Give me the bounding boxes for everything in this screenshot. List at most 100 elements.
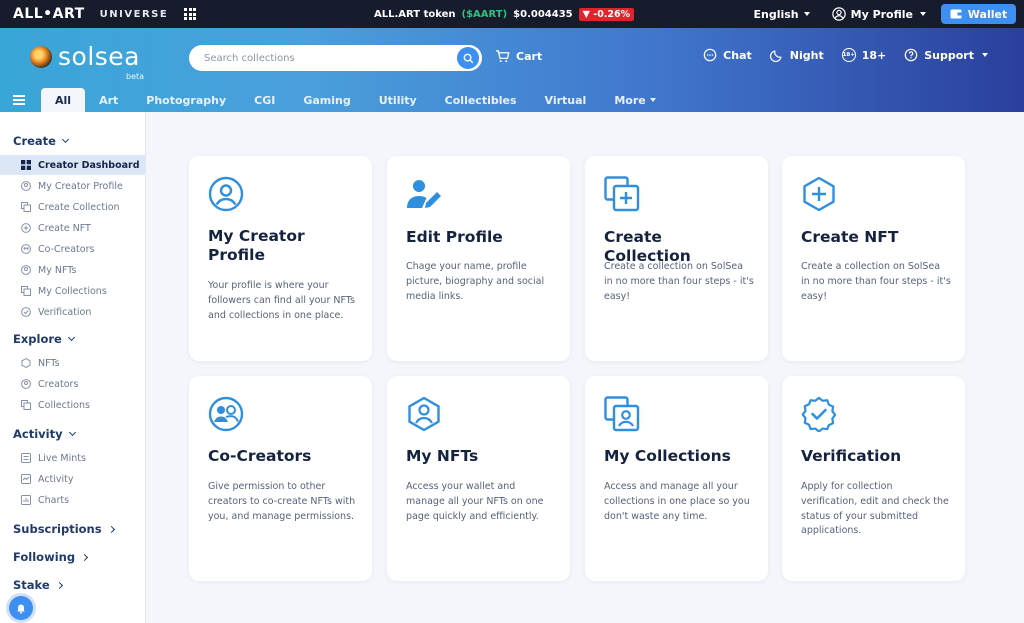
sidebar-item-my-collections[interactable]: My Collections	[0, 281, 145, 301]
language-selector[interactable]: English	[753, 8, 810, 21]
notifications-button[interactable]	[9, 596, 33, 620]
tab-cgi[interactable]: CGI	[240, 88, 289, 112]
my-profile-menu[interactable]: My Profile	[831, 7, 926, 21]
section-label: Create	[13, 134, 56, 148]
card-description: Create a collection on SolSea in no more…	[801, 261, 951, 302]
card-title: Create NFT	[801, 228, 899, 246]
adult-badge-icon: 18+	[841, 48, 856, 62]
sidebar-item-verification[interactable]: Verification	[0, 302, 145, 322]
sidebar-item-create-nft[interactable]: Create NFT	[0, 218, 145, 238]
sidebar-item-creators[interactable]: Creators	[0, 374, 145, 394]
support-label: Support	[924, 48, 974, 62]
card-create-nft[interactable]: Create NFT Create a collection on SolSea…	[782, 156, 965, 361]
user-circle-icon	[21, 379, 31, 389]
solsea-wordmark: solsea	[58, 42, 140, 71]
card-title: Edit Profile	[406, 228, 503, 246]
card-edit-profile[interactable]: Edit Profile Chage your name, profile pi…	[387, 156, 570, 361]
adult-content-toggle[interactable]: 18+ 18+	[841, 48, 887, 62]
sidebar-section-activity[interactable]: Activity	[13, 427, 76, 441]
card-description: Create a collection on SolSea in no more…	[604, 261, 754, 302]
card-title: My Collections	[604, 447, 731, 465]
cart-link[interactable]: Cart	[495, 50, 542, 63]
user-circle-icon	[21, 181, 31, 191]
section-label: Explore	[13, 332, 62, 346]
caret-down-icon	[803, 12, 810, 16]
card-verification[interactable]: Verification Apply for collection verifi…	[782, 376, 965, 581]
card-co-creators[interactable]: Co-Creators Give permission to other cre…	[189, 376, 372, 581]
hamburger-menu-icon[interactable]	[13, 95, 25, 105]
beta-label: beta	[126, 72, 145, 81]
sidebar-item-label: Co-Creators	[38, 243, 95, 255]
sidebar-item-collections[interactable]: Collections	[0, 395, 145, 415]
hexagon-icon	[21, 358, 31, 368]
card-description: Access your wallet and manage all your N…	[406, 481, 544, 522]
card-title: My NFTs	[406, 447, 479, 465]
tab-art[interactable]: Art	[85, 88, 132, 112]
hexagon-user-icon	[408, 396, 440, 432]
tab-gaming[interactable]: Gaming	[289, 88, 364, 112]
profile-label: My Profile	[850, 7, 913, 21]
adult-label: 18+	[861, 48, 887, 62]
search-input[interactable]	[204, 52, 444, 64]
sidebar: Create Creator Dashboard My Creator Prof…	[0, 112, 146, 623]
token-price: $0.004435	[513, 8, 573, 20]
sidebar-section-explore[interactable]: Explore	[13, 332, 75, 346]
sidebar-item-creator-dashboard[interactable]: Creator Dashboard	[0, 155, 145, 175]
cart-label: Cart	[516, 50, 543, 63]
night-mode-toggle[interactable]: Night	[769, 48, 824, 62]
card-create-collection[interactable]: Create Collection Create a collection on…	[585, 156, 768, 361]
wallet-button[interactable]: Wallet	[941, 4, 1016, 24]
chart-icon	[21, 495, 31, 505]
tab-utility[interactable]: Utility	[365, 88, 431, 112]
tab-collectibles[interactable]: Collectibles	[431, 88, 531, 112]
card-description: Chage your name, profile picture, biogra…	[406, 261, 545, 302]
sidebar-item-label: Create NFT	[38, 222, 91, 234]
sidebar-item-live-mints[interactable]: Live Mints	[0, 448, 145, 468]
solsea-logo[interactable]: solsea beta	[30, 42, 144, 81]
universe-label[interactable]: UNIVERSE	[100, 9, 169, 20]
tab-virtual[interactable]: Virtual	[531, 88, 601, 112]
collection-add-icon	[21, 202, 31, 212]
caret-down-icon	[649, 98, 656, 102]
sidebar-section-subscriptions[interactable]: Subscriptions	[13, 522, 115, 536]
search-button[interactable]	[457, 47, 479, 69]
night-label: Night	[789, 48, 824, 62]
sidebar-item-nfts[interactable]: NFTs	[0, 353, 145, 373]
apps-grid-icon[interactable]	[184, 8, 197, 20]
tab-more[interactable]: More	[600, 88, 669, 112]
token-label: ALL.ART token	[374, 8, 456, 20]
chevron-down-icon	[61, 135, 70, 144]
sidebar-section-following[interactable]: Following	[13, 550, 89, 564]
wallet-label: Wallet	[967, 7, 1008, 21]
tab-photography[interactable]: Photography	[132, 88, 240, 112]
sidebar-item-my-creator-profile[interactable]: My Creator Profile	[0, 176, 145, 196]
card-title: My Creator Profile	[208, 227, 305, 264]
card-my-creator-profile[interactable]: My Creator Profile Your profile is where…	[189, 156, 372, 361]
allart-logo[interactable]: ALL•ART	[13, 6, 85, 22]
collection-add-icon	[604, 176, 640, 212]
chat-icon	[703, 48, 717, 62]
collection-icon	[21, 400, 31, 410]
category-nav: All Art Photography CGI Gaming Utility C…	[0, 88, 1024, 112]
card-my-nfts[interactable]: My NFTs Access your wallet and manage al…	[387, 376, 570, 581]
chat-link[interactable]: Chat	[703, 48, 752, 62]
sidebar-section-create[interactable]: Create	[13, 134, 70, 148]
sidebar-item-label: Activity	[38, 473, 74, 485]
search-bar	[189, 45, 482, 71]
sidebar-item-charts[interactable]: Charts	[0, 490, 145, 510]
sidebar-item-activity[interactable]: Activity	[0, 469, 145, 489]
hexagon-plus-icon	[803, 176, 835, 212]
card-description: Apply for collection verification, edit …	[801, 481, 949, 537]
site-header: solsea beta Cart Chat Night 18+ 18+ Supp…	[0, 28, 1024, 112]
sidebar-item-co-creators[interactable]: Co-Creators	[0, 239, 145, 259]
tab-all[interactable]: All	[41, 88, 86, 112]
sidebar-item-my-nfts[interactable]: My NFTs	[0, 260, 145, 280]
sidebar-section-stake[interactable]: Stake	[13, 578, 63, 592]
card-my-collections[interactable]: My Collections Access and manage all you…	[585, 376, 768, 581]
list-icon	[21, 453, 31, 463]
sidebar-item-create-collection[interactable]: Create Collection	[0, 197, 145, 217]
sidebar-item-label: Creators	[38, 378, 79, 390]
sidebar-item-label: Live Mints	[38, 452, 86, 464]
support-menu[interactable]: Support	[904, 48, 988, 62]
user-circle-icon	[208, 176, 244, 212]
